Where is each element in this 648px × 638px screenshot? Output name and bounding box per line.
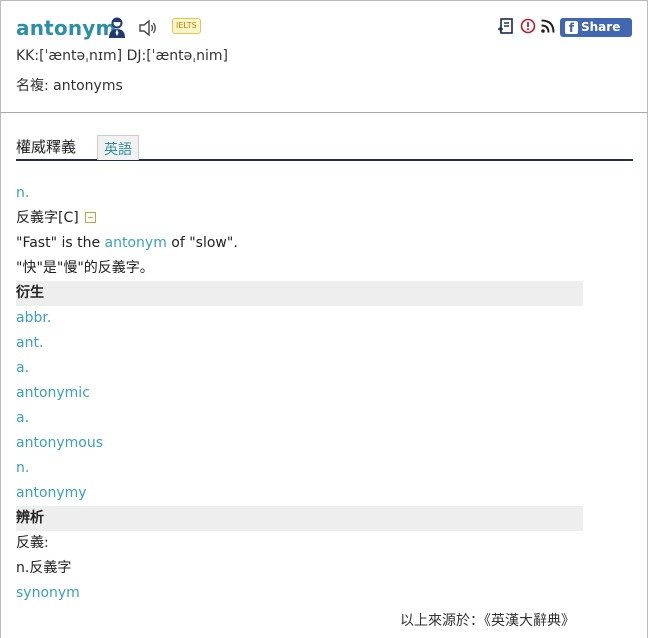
- tab-authoritative-definition[interactable]: 權威釋義: [16, 136, 76, 157]
- definition-content: n. 反義字[C] "Fast" is the antonym of "slow…: [16, 181, 583, 606]
- share-label: Share 0: [581, 20, 621, 53]
- derivative-item[interactable]: n.: [16, 456, 583, 481]
- part-of-speech[interactable]: n.: [16, 181, 583, 206]
- headword: antonym: [16, 16, 117, 40]
- facebook-share-button[interactable]: f Share 0: [560, 18, 632, 53]
- derivative-item[interactable]: ant.: [16, 331, 583, 356]
- facebook-icon: f: [565, 21, 578, 35]
- meaning-row: 反義字[C]: [16, 206, 583, 231]
- analysis-heading: 辨析: [16, 506, 583, 531]
- collapse-icon[interactable]: [84, 212, 96, 223]
- definition-tabs: 權威釋義 英語: [16, 132, 633, 161]
- ielts-badge: IELTS: [172, 18, 201, 34]
- entry-header: antonym IELTS f Share 0 KK:[ˈæntəˌnɪm] D…: [0, 0, 648, 113]
- derivative-item[interactable]: abbr.: [16, 306, 583, 331]
- tab-english[interactable]: 英語: [97, 135, 139, 160]
- example-text-after: of "slow".: [166, 235, 238, 251]
- plural-form: 名複: antonyms: [16, 78, 123, 94]
- example-word-link[interactable]: antonym: [105, 235, 167, 251]
- report-icon[interactable]: [520, 18, 536, 34]
- person-icon[interactable]: [108, 17, 126, 39]
- analysis-meaning: n.反義字: [16, 560, 72, 576]
- rss-icon[interactable]: [540, 18, 556, 34]
- analysis-word-link[interactable]: synonym: [16, 581, 583, 606]
- derivative-item[interactable]: antonymy: [16, 481, 583, 506]
- analysis-label: 反義:: [16, 535, 49, 551]
- pronunciation: KK:[ˈæntəˌnɪm] DJ:[ˈæntəˌnim]: [16, 48, 228, 64]
- example-text-before: "Fast" is the: [16, 235, 105, 251]
- source-note: 以上來源於：《英漢大辭典》: [400, 613, 575, 629]
- derivative-item[interactable]: antonymous: [16, 431, 583, 456]
- meaning-text: 反義字[C]: [16, 210, 79, 226]
- derivatives-heading: 衍生: [16, 281, 583, 306]
- wordbook-icon[interactable]: [498, 18, 514, 34]
- derivative-item[interactable]: a.: [16, 356, 583, 381]
- derivative-item[interactable]: antonymic: [16, 381, 583, 406]
- derivative-item[interactable]: a.: [16, 406, 583, 431]
- speaker-icon[interactable]: [138, 19, 158, 37]
- example-translation: "快"是"慢"的反義字。: [16, 260, 154, 276]
- example-sentence: "Fast" is the antonym of "slow".: [16, 231, 583, 256]
